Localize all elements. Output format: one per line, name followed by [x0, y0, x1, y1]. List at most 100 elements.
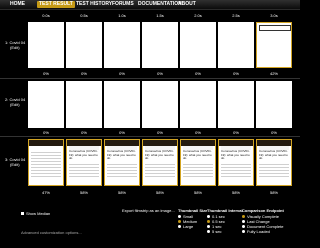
percent-label: 58% — [269, 190, 278, 195]
advanced-options-link[interactable]: Advanced customization options... — [21, 230, 82, 235]
frame-thumbnail[interactable] — [28, 81, 64, 128]
percent-label: 0% — [81, 130, 87, 135]
checkbox[interactable] — [21, 212, 24, 215]
frame-thumbnail[interactable] — [218, 81, 254, 128]
radio-button[interactable] — [207, 225, 210, 228]
frame-thumbnail-page[interactable]: Coronavirus (COVID-19): what you need to… — [256, 139, 292, 186]
percent-label: 0% — [119, 130, 125, 135]
percent-label: 58% — [117, 190, 126, 195]
page-header-bar — [29, 140, 63, 146]
page-body — [221, 162, 251, 179]
time-label: 2.5s — [232, 13, 240, 18]
frame-thumbnail[interactable] — [104, 22, 140, 68]
percent-label: 0% — [271, 130, 277, 135]
page-body — [259, 162, 289, 179]
page-heading-text: Coronavirus (COVID-19): what you need to… — [183, 149, 212, 160]
frame-thumbnail[interactable] — [256, 81, 292, 128]
page-heading-text: Coronavirus (COVID-19): what you need to… — [69, 149, 98, 160]
nav-home[interactable]: HOME — [10, 1, 25, 8]
thumbnail-interval-group: Thumbnail Interval 0.1 sec 0.5 sec 1 sec… — [207, 208, 243, 234]
frame-thumbnail-page[interactable]: Coronavirus (COVID-19): what you need to… — [66, 139, 102, 186]
percent-label: 0% — [119, 71, 125, 76]
row-divider — [0, 136, 300, 137]
frame-thumbnail[interactable] — [28, 22, 64, 68]
row-label: 1: Covid 04 (Edit) — [5, 40, 25, 50]
frame-thumbnail[interactable] — [142, 22, 178, 68]
percent-label: 42% — [269, 71, 278, 76]
option-label: Large — [183, 224, 194, 229]
time-label: 0.5s — [80, 13, 88, 18]
percent-label: 58% — [79, 190, 88, 195]
thumbnail-size-heading: Thumbnail Size — [178, 208, 208, 213]
page-body — [183, 162, 213, 179]
edit-link[interactable]: (Edit) — [5, 162, 25, 167]
option-label: Fully Loaded — [247, 229, 270, 234]
export-filmstrip-button[interactable]: Export filmstrip as an image... — [122, 208, 175, 213]
frame-thumbnail-page[interactable] — [28, 139, 64, 186]
percent-label: 0% — [195, 71, 201, 76]
frame-thumbnail[interactable] — [142, 81, 178, 128]
radio-button[interactable] — [207, 215, 210, 218]
frame-thumbnail-page[interactable]: Coronavirus (COVID-19): what you need to… — [218, 139, 254, 186]
radio-button[interactable] — [242, 225, 245, 228]
page-body — [69, 162, 99, 179]
percent-label: 47% — [41, 190, 50, 195]
frame-thumbnail[interactable] — [104, 81, 140, 128]
nav-test-history[interactable]: TEST HISTORY — [76, 1, 112, 8]
radio-button[interactable] — [178, 220, 181, 223]
row-label: 2: Covid 04 (Edit) — [5, 97, 25, 107]
row-label: 3: Covid 04 (Edit) — [5, 157, 25, 167]
frame-thumbnail-page[interactable]: Coronavirus (COVID-19): what you need to… — [180, 139, 216, 186]
percent-label: 0% — [233, 71, 239, 76]
frame-thumbnail-page[interactable]: Coronavirus (COVID-19): what you need to… — [142, 139, 178, 186]
page-body — [107, 162, 137, 179]
frame-thumbnail[interactable] — [218, 22, 254, 68]
frame-thumbnail[interactable] — [66, 81, 102, 128]
radio-button[interactable] — [178, 225, 181, 228]
show-median-toggle[interactable]: Show Median — [21, 211, 50, 216]
interval-option[interactable]: 5 sec — [207, 229, 243, 234]
nav-forums[interactable]: FORUMS — [112, 1, 134, 8]
time-label: 3.0s — [270, 13, 278, 18]
time-label: 2.0s — [194, 13, 202, 18]
radio-button[interactable] — [242, 230, 245, 233]
thumbnail-interval-heading: Thumbnail Interval — [207, 208, 243, 213]
frame-thumbnail[interactable] — [66, 22, 102, 68]
percent-label: 0% — [43, 130, 49, 135]
page-header-mini — [259, 25, 291, 31]
time-label: 1.5s — [156, 13, 164, 18]
radio-button[interactable] — [178, 215, 181, 218]
page-heading-text: Coronavirus (COVID-19): what you need to… — [259, 149, 288, 160]
percent-label: 58% — [155, 190, 164, 195]
frame-thumbnail-page[interactable]: Coronavirus (COVID-19): what you need to… — [104, 139, 140, 186]
nav-about[interactable]: ABOUT — [178, 1, 196, 8]
radio-button[interactable] — [207, 220, 210, 223]
percent-label: 58% — [193, 190, 202, 195]
frame-thumbnail[interactable] — [180, 22, 216, 68]
radio-button[interactable] — [242, 220, 245, 223]
edit-link[interactable]: (Edit) — [5, 45, 25, 50]
percent-label: 0% — [157, 130, 163, 135]
comparison-endpoint-heading: Comparison Endpoint — [242, 208, 284, 213]
option-label: 5 sec — [212, 229, 222, 234]
nav-documentation[interactable]: DOCUMENTATION — [138, 1, 182, 8]
edit-link[interactable]: (Edit) — [5, 102, 25, 107]
percent-label: 0% — [195, 130, 201, 135]
nav-test-result[interactable]: TEST RESULT — [37, 1, 75, 8]
time-label: 1.0s — [118, 13, 126, 18]
page-heading-text: Coronavirus (COVID-19): what you need to… — [107, 149, 136, 160]
row-divider — [0, 78, 300, 79]
percent-label: 0% — [157, 71, 163, 76]
thumbnail-size-group: Thumbnail Size Small Medium Large — [178, 208, 207, 229]
endpoint-option[interactable]: Fully Loaded — [242, 229, 284, 234]
percent-label: 0% — [233, 130, 239, 135]
percent-label: 58% — [231, 190, 240, 195]
radio-button[interactable] — [242, 215, 245, 218]
thumbnail-size-large[interactable]: Large — [178, 224, 207, 229]
percent-label: 0% — [81, 71, 87, 76]
radio-button[interactable] — [207, 230, 210, 233]
page-heading-text: Coronavirus (COVID-19): what you need to… — [221, 149, 250, 160]
frame-thumbnail-selected[interactable] — [256, 22, 292, 68]
page-body — [31, 150, 61, 179]
frame-thumbnail[interactable] — [180, 81, 216, 128]
